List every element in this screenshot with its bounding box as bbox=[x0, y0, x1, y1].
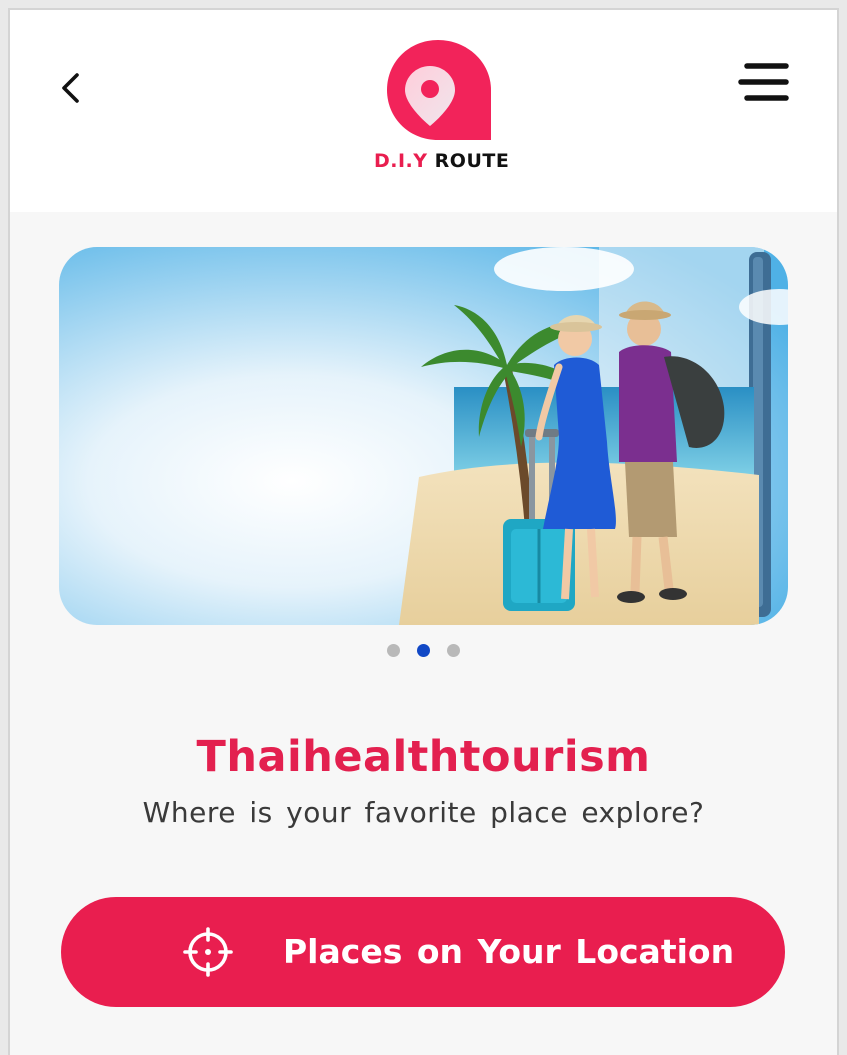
chevron-left-icon bbox=[62, 73, 79, 103]
logo-prefix: D.I.Y bbox=[374, 150, 428, 172]
hamburger-menu-icon bbox=[738, 63, 789, 101]
carousel-pagination bbox=[10, 644, 837, 657]
carousel-dot-3[interactable] bbox=[447, 644, 460, 657]
carousel-slide-image[interactable] bbox=[59, 247, 788, 625]
page-title: Thaihealthtourism bbox=[196, 732, 651, 782]
menu-button[interactable] bbox=[736, 60, 790, 106]
logo-wordmark: D.I.Y ROUTE bbox=[374, 150, 509, 172]
carousel-dot-2-active[interactable] bbox=[417, 644, 430, 657]
app-logo: D.I.Y ROUTE bbox=[374, 38, 509, 178]
places-on-location-button[interactable]: Places on Your Location bbox=[61, 897, 785, 1007]
carousel-dot-1[interactable] bbox=[387, 644, 400, 657]
map-pin-logo-icon bbox=[387, 40, 491, 140]
travel-couple-beach-image bbox=[59, 247, 788, 625]
crosshair-icon bbox=[183, 927, 233, 977]
back-button[interactable] bbox=[50, 66, 94, 110]
page-subtitle: Where is your favorite place explore? bbox=[142, 796, 705, 829]
logo-suffix: ROUTE bbox=[434, 150, 510, 172]
places-on-location-label: Places on Your Location bbox=[283, 932, 735, 971]
app-screen: D.I.Y ROUTE Thaihealthtourism Where is y… bbox=[8, 8, 839, 1055]
app-header: D.I.Y ROUTE bbox=[10, 10, 837, 212]
